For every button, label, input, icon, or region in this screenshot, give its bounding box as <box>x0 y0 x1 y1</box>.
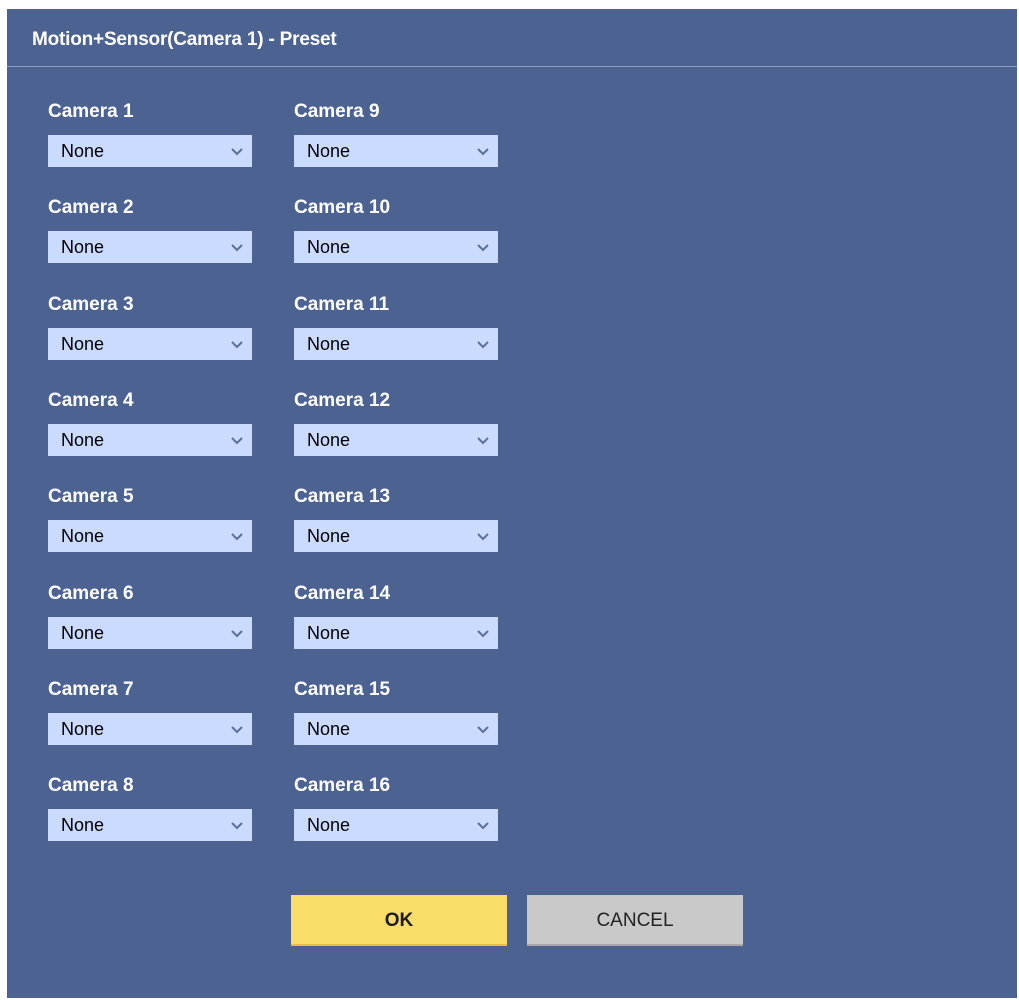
select-value: None <box>61 334 105 354</box>
chevron-down-icon <box>231 148 243 156</box>
chevron-down-icon <box>477 341 489 349</box>
select-value: None <box>61 815 105 835</box>
camera-label: Camera 3 <box>48 294 134 315</box>
camera-preset-select[interactable]: None <box>48 713 252 745</box>
chevron-down-icon <box>477 726 489 734</box>
camera-preset-select[interactable]: None <box>294 520 498 552</box>
select-value: None <box>307 334 351 354</box>
ok-button[interactable]: OK <box>291 895 507 946</box>
select-value: None <box>61 430 105 450</box>
camera-preset-select[interactable]: None <box>294 231 498 263</box>
camera-preset-select[interactable]: None <box>294 617 498 649</box>
select-value: None <box>61 526 105 546</box>
camera-preset-select[interactable]: None <box>48 231 252 263</box>
chevron-down-icon <box>477 148 489 156</box>
chevron-down-icon <box>231 341 243 349</box>
select-value: None <box>61 623 105 643</box>
chevron-down-icon <box>477 244 489 252</box>
camera-label: Camera 10 <box>294 197 391 218</box>
chevron-down-icon <box>231 437 243 445</box>
chevron-down-icon <box>231 630 243 638</box>
select-value: None <box>307 623 351 643</box>
camera-preset-select[interactable]: None <box>294 135 498 167</box>
select-value: None <box>61 141 105 161</box>
chevron-down-icon <box>231 822 243 830</box>
camera-preset-select[interactable]: None <box>48 809 252 841</box>
camera-label: Camera 1 <box>48 101 134 122</box>
camera-label: Camera 6 <box>48 583 134 604</box>
camera-preset-select[interactable]: None <box>294 713 498 745</box>
camera-label: Camera 8 <box>48 775 134 796</box>
camera-label: Camera 13 <box>294 486 391 507</box>
select-value: None <box>307 815 351 835</box>
title-bar: Motion+Sensor(Camera 1) - Preset <box>7 9 1017 67</box>
select-value: None <box>307 719 351 739</box>
select-value: None <box>307 526 351 546</box>
camera-label: Camera 11 <box>294 294 390 315</box>
chevron-down-icon <box>231 726 243 734</box>
camera-preset-select[interactable]: None <box>294 328 498 360</box>
camera-label: Camera 12 <box>294 390 391 411</box>
chevron-down-icon <box>231 244 243 252</box>
select-value: None <box>61 719 105 739</box>
camera-label: Camera 5 <box>48 486 134 507</box>
camera-label: Camera 2 <box>48 197 134 218</box>
cancel-button[interactable]: CANCEL <box>527 895 743 946</box>
chevron-down-icon <box>477 822 489 830</box>
chevron-down-icon <box>477 533 489 541</box>
camera-label: Camera 9 <box>294 101 380 122</box>
chevron-down-icon <box>477 437 489 445</box>
select-value: None <box>307 237 351 257</box>
camera-preset-select[interactable]: None <box>48 328 252 360</box>
camera-preset-select[interactable]: None <box>48 424 252 456</box>
camera-label: Camera 15 <box>294 679 391 700</box>
camera-preset-select[interactable]: None <box>48 135 252 167</box>
select-value: None <box>307 430 351 450</box>
dialog-title: Motion+Sensor(Camera 1) - Preset <box>32 29 337 50</box>
camera-label: Camera 16 <box>294 775 391 796</box>
camera-label: Camera 4 <box>48 390 134 411</box>
chevron-down-icon <box>231 533 243 541</box>
preset-dialog: Motion+Sensor(Camera 1) - Preset Camera … <box>7 9 1017 998</box>
chevron-down-icon <box>477 630 489 638</box>
camera-preset-select[interactable]: None <box>294 424 498 456</box>
camera-preset-select[interactable]: None <box>48 520 252 552</box>
camera-label: Camera 7 <box>48 679 134 700</box>
select-value: None <box>61 237 105 257</box>
camera-label: Camera 14 <box>294 583 391 604</box>
camera-preset-select[interactable]: None <box>48 617 252 649</box>
select-value: None <box>307 141 351 161</box>
camera-preset-select[interactable]: None <box>294 809 498 841</box>
